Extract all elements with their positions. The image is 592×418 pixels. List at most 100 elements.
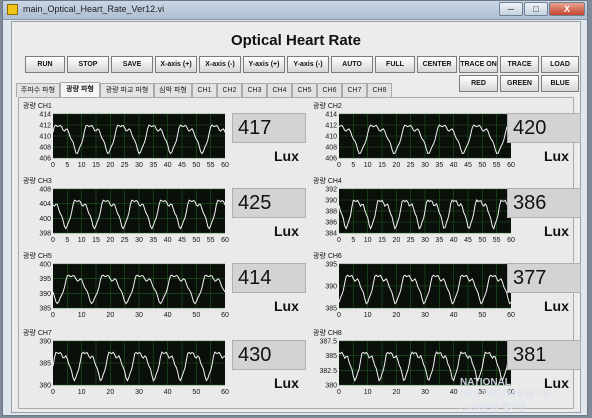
y-tick-label: 406 [39, 156, 51, 163]
x-tick-label: 30 [421, 389, 429, 396]
channel-4-label: 광량 CH4 [313, 178, 342, 185]
y-tick-label: 408 [325, 145, 337, 152]
y-tick-label: 400 [39, 216, 51, 223]
trace-off-button[interactable]: TRACE OFF [500, 56, 539, 83]
x-tick-label: 50 [192, 162, 200, 169]
y-axis-minus-button[interactable]: Y-axis (-) [287, 56, 329, 73]
auto-button[interactable]: AUTO [331, 56, 373, 73]
channel-6-graph: 395 390 385 0 10 20 30 40 50 60 [309, 261, 515, 326]
channel-3-label: 광량 CH3 [23, 178, 52, 185]
labview-watermark: NATIONAL INSTRUMENTS LabVIEW 평가판 [460, 377, 550, 413]
y-axis-plus-button[interactable]: Y-axis (+) [243, 56, 285, 73]
tab-ch2[interactable]: CH2 [217, 83, 242, 97]
x-tick-label: 55 [207, 162, 215, 169]
y-tick-label: 382.5 [319, 368, 337, 375]
x-tick-label: 60 [507, 162, 515, 169]
x-tick-label: 25 [407, 237, 415, 244]
x-tick-label: 10 [364, 237, 372, 244]
x-tick-label: 0 [337, 389, 341, 396]
y-tick-label: 398 [39, 231, 51, 238]
tab-ch8[interactable]: CH8 [367, 83, 392, 97]
x-tick-label: 35 [435, 237, 443, 244]
tab-ch1[interactable]: CH1 [192, 83, 217, 97]
close-button[interactable]: X [549, 2, 585, 16]
x-tick-label: 35 [149, 237, 157, 244]
channel-1-value: 417 [232, 113, 306, 143]
channel-2-unit: Lux [544, 148, 569, 164]
application-window: main_Optical_Heart_Rate_Ver12.vi ─ □ X O… [2, 0, 588, 416]
tab-ch3[interactable]: CH3 [242, 83, 267, 97]
x-tick-label: 30 [135, 312, 143, 319]
y-tick-label: 414 [325, 112, 337, 119]
x-tick-label: 50 [478, 162, 486, 169]
x-tick-label: 10 [78, 312, 86, 319]
minimize-button[interactable]: ─ [499, 2, 523, 16]
y-tick-label: 400 [39, 262, 51, 269]
tab-heartbeat-waveform[interactable]: 심박 파형 [154, 83, 192, 97]
x-tick-label: 10 [364, 312, 372, 319]
y-tick-label: 390 [325, 284, 337, 291]
channel-3-unit: Lux [274, 223, 299, 239]
x-tick-label: 55 [207, 237, 215, 244]
full-button[interactable]: FULL [375, 56, 415, 73]
tab-ch5[interactable]: CH5 [292, 83, 317, 97]
tab-ch4[interactable]: CH4 [267, 83, 292, 97]
tab-ch7[interactable]: CH7 [342, 83, 367, 97]
channel-7-unit: Lux [274, 375, 299, 391]
front-panel: Optical Heart Rate RUN STOP SAVE X-axis … [11, 21, 581, 413]
channel-8-label: 광량 CH8 [313, 330, 342, 337]
save-button[interactable]: SAVE [111, 56, 153, 73]
y-tick-label: 395 [39, 276, 51, 283]
channel-5-unit: Lux [274, 298, 299, 314]
x-tick-label: 0 [51, 312, 55, 319]
center-button[interactable]: CENTER [417, 56, 457, 73]
red-button[interactable]: RED [459, 75, 498, 92]
y-tick-label: 385 [39, 306, 51, 313]
x-tick-label: 50 [192, 389, 200, 396]
channel-5-label: 광량 CH5 [23, 253, 52, 260]
y-tick-label: 390 [39, 291, 51, 298]
green-button[interactable]: GREEN [500, 75, 539, 92]
x-tick-label: 15 [92, 237, 100, 244]
channel-8-value: 381 [507, 340, 581, 370]
tab-frequency-waveform[interactable]: 주파수 파형 [16, 83, 60, 97]
x-tick-label: 0 [51, 389, 55, 396]
x-tick-label: 55 [493, 237, 501, 244]
x-tick-label: 15 [378, 237, 386, 244]
x-tick-label: 35 [149, 162, 157, 169]
load-view-button[interactable]: LOAD VIEW [541, 56, 579, 83]
channel-2-graph: 414 412 410 408 406 0 5 10 15 20 25 30 35 40 45 50 55 60 [309, 111, 515, 176]
stop-button[interactable]: STOP [67, 56, 109, 73]
x-tick-label: 60 [507, 237, 515, 244]
x-tick-label: 35 [435, 162, 443, 169]
channel-1-label: 광량 CH1 [23, 103, 52, 110]
x-axis-minus-button[interactable]: X-axis (-) [199, 56, 241, 73]
x-tick-label: 20 [106, 237, 114, 244]
x-tick-label: 45 [178, 237, 186, 244]
tab-light-waveform[interactable]: 광량 파형 [60, 82, 100, 97]
x-tick-label: 0 [51, 162, 55, 169]
x-tick-label: 40 [164, 389, 172, 396]
y-tick-label: 414 [39, 112, 51, 119]
blue-button[interactable]: BLUE [541, 75, 579, 92]
maximize-button[interactable]: □ [524, 2, 548, 16]
x-tick-label: 40 [450, 312, 458, 319]
tab-light-compare-waveform[interactable]: 광량 파교 파형 [100, 83, 154, 97]
x-tick-label: 40 [164, 237, 172, 244]
x-tick-label: 20 [106, 389, 114, 396]
x-axis-plus-button[interactable]: X-axis (+) [155, 56, 197, 73]
labview-app-icon [7, 4, 18, 15]
channel-5-graph: 400 395 390 385 0 10 20 30 40 50 60 [23, 261, 229, 326]
x-tick-label: 60 [221, 237, 229, 244]
tab-ch6[interactable]: CH6 [317, 83, 342, 97]
x-tick-label: 15 [378, 162, 386, 169]
channel-4-unit: Lux [544, 223, 569, 239]
y-tick-label: 385 [39, 361, 51, 368]
window-title: main_Optical_Heart_Rate_Ver12.vi [23, 4, 165, 14]
x-tick-label: 50 [192, 237, 200, 244]
trace-on-button[interactable]: TRACE ON [459, 56, 498, 73]
y-tick-label: 406 [325, 156, 337, 163]
channel-1-unit: Lux [274, 148, 299, 164]
channel-6-unit: Lux [544, 298, 569, 314]
run-button[interactable]: RUN [25, 56, 65, 73]
